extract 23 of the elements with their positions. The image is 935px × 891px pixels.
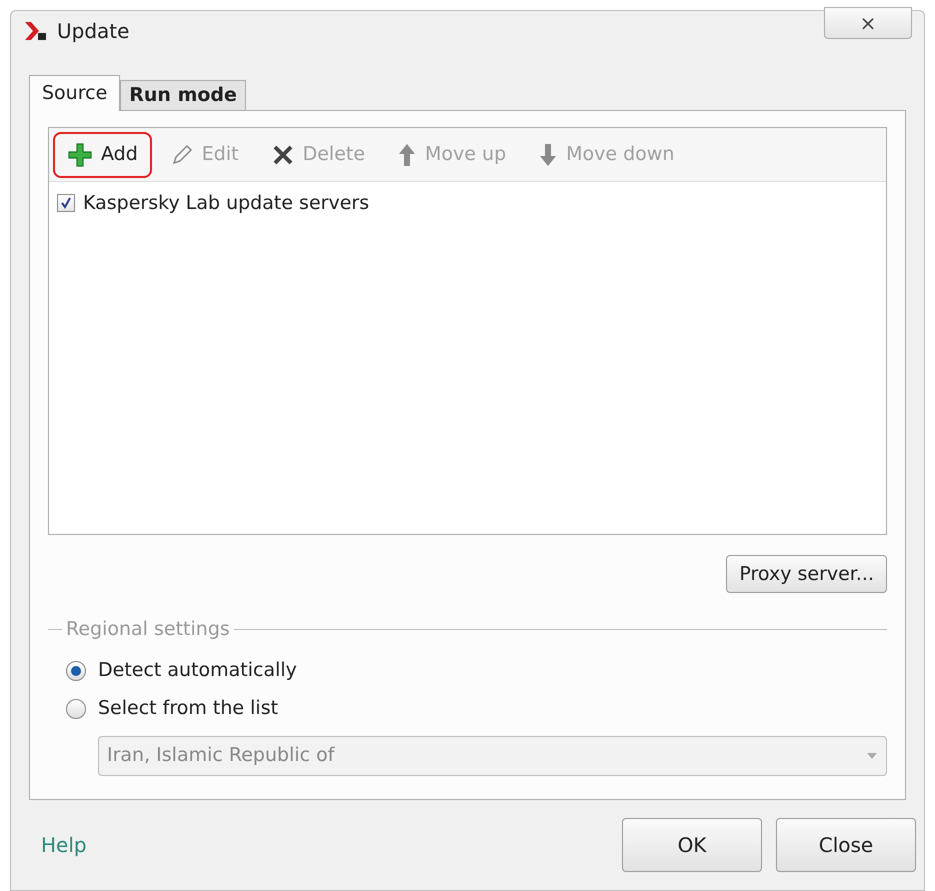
list-item-label: Kaspersky Lab update servers [83, 190, 370, 216]
radio-button[interactable] [66, 660, 86, 680]
help-link[interactable]: Help [41, 830, 622, 860]
dropdown-caret-icon [866, 752, 878, 760]
down-arrow-icon [538, 142, 558, 168]
up-arrow-icon [397, 142, 418, 168]
check-icon [60, 197, 72, 209]
checkbox[interactable] [57, 194, 75, 212]
cross-icon [270, 142, 295, 166]
tab[interactable]: Source [29, 75, 120, 111]
proxy-server-button[interactable]: Proxy server... [726, 555, 887, 593]
dialog-button[interactable]: OK [622, 818, 762, 872]
radio-label: Select from the list [98, 696, 278, 722]
tab[interactable]: Run mode [120, 80, 246, 110]
radio-label: Detect automatically [98, 658, 297, 684]
close-button[interactable]: × [824, 6, 912, 38]
app-logo-icon [23, 20, 49, 42]
radio-button[interactable] [66, 698, 86, 718]
section-heading: Regional settings [66, 617, 230, 642]
window-title: Update [57, 18, 130, 44]
add-button[interactable]: Add [53, 132, 152, 178]
plus-icon [67, 142, 93, 168]
dialog-button[interactable]: Close [776, 818, 916, 872]
